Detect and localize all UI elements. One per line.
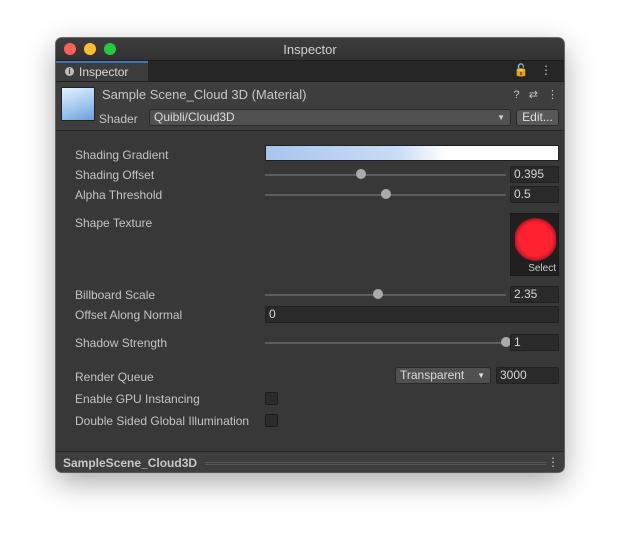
dropdown-arrow-icon: ▼ (497, 113, 505, 122)
more-options-icon[interactable]: ⋮ (540, 63, 552, 77)
context-menu-icon[interactable]: ⋮ (547, 89, 558, 101)
render-queue-dropdown[interactable]: Transparent ▼ (395, 367, 491, 384)
drag-handle-line[interactable] (205, 464, 546, 465)
shadow-strength-slider[interactable] (265, 342, 506, 344)
shading-offset-slider[interactable] (265, 174, 506, 176)
tab-label: Inspector (79, 65, 129, 79)
edit-shader-button[interactable]: Edit... (516, 109, 559, 126)
render-queue-input[interactable]: 3000 (496, 367, 559, 384)
shader-dropdown[interactable]: Quibli/Cloud3D ▼ (149, 109, 511, 126)
shading-offset-label: Shading Offset (75, 168, 155, 182)
footer-more-icon[interactable]: ⋮ (547, 455, 559, 469)
footer-asset-name: SampleScene_Cloud3D (63, 456, 198, 470)
shape-texture-label: Shape Texture (75, 216, 153, 230)
material-thumbnail (61, 87, 95, 121)
shape-texture-slot[interactable]: Select (510, 213, 559, 276)
texture-select-button[interactable]: Select (528, 263, 556, 274)
shading-gradient-field[interactable] (265, 145, 559, 161)
tab-bar: i Inspector 🔓 ⋮ (56, 61, 564, 82)
preset-icon[interactable]: ⇄ (529, 89, 538, 101)
double-sided-gi-checkbox[interactable] (265, 414, 278, 427)
render-queue-mode: Transparent (400, 368, 465, 382)
gpu-instancing-checkbox[interactable] (265, 392, 278, 405)
billboard-scale-label: Billboard Scale (75, 288, 156, 302)
drag-handle-line[interactable] (205, 462, 546, 463)
alpha-threshold-input[interactable]: 0.5 (510, 186, 559, 203)
material-header: Sample Scene_Cloud 3D (Material) ? ⇄ ⋮ S… (56, 82, 564, 131)
render-queue-label: Render Queue (75, 370, 154, 384)
billboard-scale-knob[interactable] (373, 289, 384, 299)
shading-offset-input[interactable]: 0.395 (510, 166, 559, 183)
preview-footer[interactable]: SampleScene_Cloud3D ⋮ (56, 451, 564, 472)
info-icon: i (65, 67, 74, 76)
shader-value: Quibli/Cloud3D (154, 110, 235, 124)
tab-inspector[interactable]: i Inspector (56, 61, 148, 81)
shading-gradient-label: Shading Gradient (75, 148, 169, 162)
inspector-window: Inspector i Inspector 🔓 ⋮ Sample Scene_C… (56, 38, 564, 472)
shader-label: Shader (99, 112, 138, 126)
billboard-scale-input[interactable]: 2.35 (510, 286, 559, 303)
help-icon[interactable]: ? (514, 89, 520, 101)
material-name: Sample Scene_Cloud 3D (Material) (102, 87, 307, 102)
window-title: Inspector (283, 42, 337, 57)
texture-preview (515, 217, 556, 262)
offset-along-normal-input[interactable]: 0 (265, 306, 559, 323)
shadow-strength-input[interactable]: 1 (510, 334, 559, 351)
alpha-threshold-knob[interactable] (380, 189, 391, 199)
lock-icon[interactable]: 🔓 (514, 63, 529, 77)
billboard-scale-slider[interactable] (265, 294, 506, 296)
shadow-strength-label: Shadow Strength (75, 336, 168, 350)
alpha-threshold-label: Alpha Threshold (75, 188, 163, 202)
title-bar[interactable]: Inspector (56, 38, 564, 61)
double-sided-gi-label: Double Sided Global Illumination (75, 414, 250, 428)
offset-along-normal-label: Offset Along Normal (75, 308, 183, 322)
dropdown-arrow-icon: ▼ (477, 371, 485, 380)
gpu-instancing-label: Enable GPU Instancing (75, 392, 200, 406)
shading-offset-knob[interactable] (356, 169, 367, 179)
